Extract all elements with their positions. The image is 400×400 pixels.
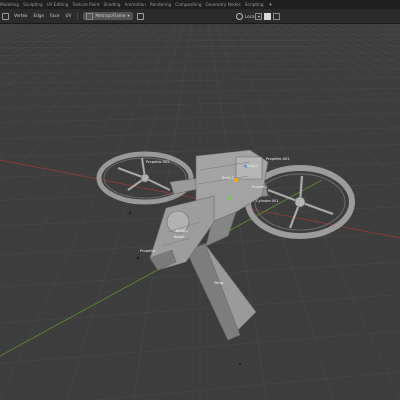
label-body-2: Body.2 <box>222 176 234 180</box>
origin-point <box>228 196 232 200</box>
label-empty: Empty <box>176 229 188 233</box>
tab-uv-editing[interactable]: UV Editing <box>47 0 73 9</box>
menu-edge[interactable]: Edge <box>30 9 47 23</box>
snap-target-icon[interactable] <box>264 12 271 20</box>
menu-vertex[interactable]: Vertex <box>11 9 30 23</box>
origin-point <box>136 256 140 260</box>
label-body-1: Body.1 <box>246 164 258 168</box>
origin-point <box>234 178 238 182</box>
menu-face[interactable]: Face <box>47 9 62 23</box>
material-icon <box>86 12 94 20</box>
origin-point <box>238 362 242 366</box>
chevron-down-icon: ▾ <box>127 13 130 18</box>
tab-scripting[interactable]: Scripting <box>245 0 268 9</box>
top-module <box>235 156 263 180</box>
label-propeller-001: Propeller.001 <box>266 157 290 161</box>
label-beam: Beam <box>174 235 185 239</box>
add-workspace-button[interactable]: + <box>267 2 272 8</box>
tab-texture-paint[interactable]: Texture Paint <box>72 0 103 9</box>
3d-viewport[interactable]: Propeller.002 Body.1 Body.2 Propeller.00… <box>0 24 400 400</box>
label-propeller-002: Propeller.002 <box>146 160 170 164</box>
orientation-icon <box>236 12 244 20</box>
viewport-canvas[interactable]: Propeller.002 Body.1 Body.2 Propeller.00… <box>0 24 400 400</box>
tab-animation[interactable]: Animation <box>125 0 150 9</box>
tab-sculpting[interactable]: Sculpting <box>23 0 47 9</box>
workspace-tab-bar: Modeling Sculpting UV Editing Texture Pa… <box>0 0 400 9</box>
label-cylinder-001: Cylinder.001 <box>256 199 279 203</box>
tab-compositing[interactable]: Compositing <box>175 0 205 9</box>
material-selector[interactable]: MetropoFlame ▾ <box>83 12 133 20</box>
material-label: MetropoFlame <box>95 13 126 18</box>
proportional-edit-icon[interactable] <box>273 12 280 20</box>
tab-modeling[interactable]: Modeling <box>0 0 23 9</box>
viewport-header: Vertex Edge Face UV MetropoFlame ▾ Local… <box>0 9 400 24</box>
snap-icon[interactable] <box>255 12 262 20</box>
tab-rendering[interactable]: Rendering <box>150 0 175 9</box>
overlay-toggle-icon[interactable] <box>136 12 144 20</box>
label-engine-1: Engine.1 <box>252 185 268 189</box>
tab-shading[interactable]: Shading <box>104 0 125 9</box>
editor-type-icon[interactable] <box>2 12 9 20</box>
menu-uv[interactable]: UV <box>62 9 74 23</box>
tab-geometry-nodes[interactable]: Geometry Nodes <box>206 0 245 9</box>
label-wing: Wing <box>214 281 223 285</box>
toolbar-divider <box>77 12 79 20</box>
snapping-controls <box>255 9 280 23</box>
origin-point <box>128 211 132 215</box>
label-propeller: Propeller <box>140 249 156 253</box>
